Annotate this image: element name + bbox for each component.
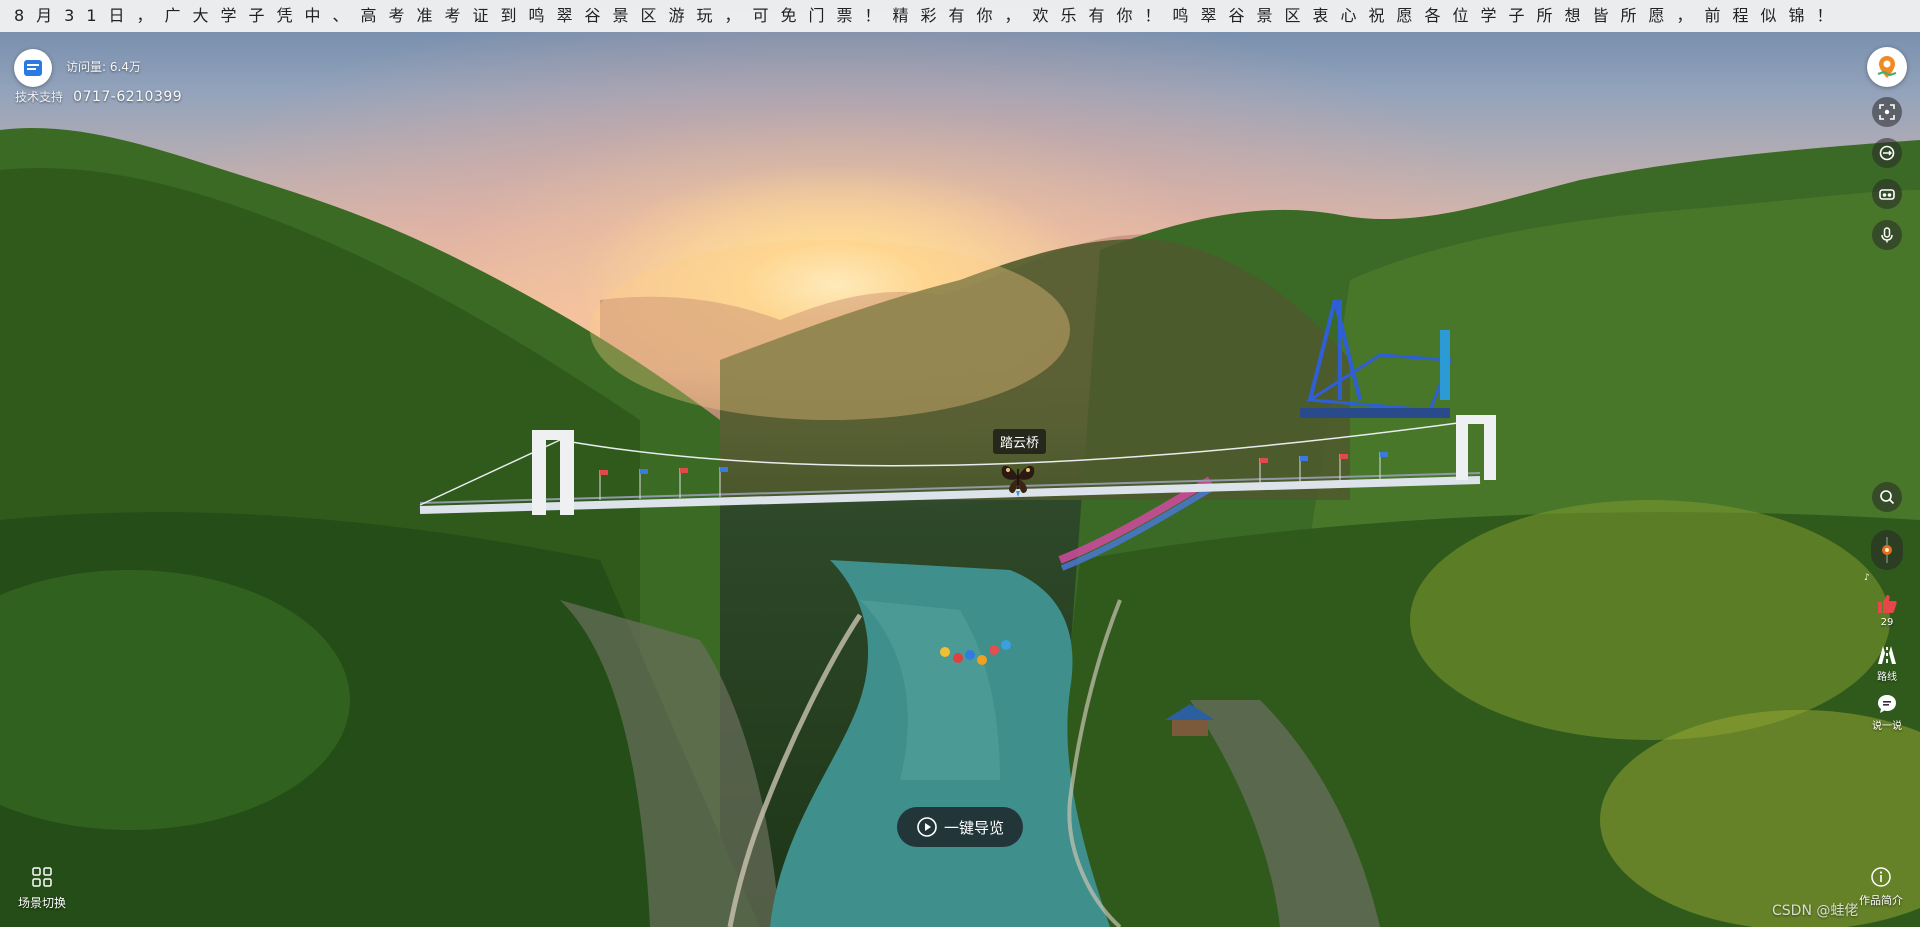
tech-support-label: 技术支持 — [15, 90, 64, 104]
comment-icon — [1878, 695, 1896, 713]
like-button[interactable]: 29 — [1862, 592, 1912, 628]
route-label: 路线 — [1877, 672, 1897, 683]
route-icon — [1878, 646, 1896, 664]
visit-count-label: 访问量: — [66, 60, 107, 74]
auto-guide-button[interactable]: 一键导览 — [897, 807, 1023, 847]
work-intro-button[interactable]: 作品简介 — [1856, 866, 1906, 908]
microphone-icon — [1881, 227, 1893, 243]
music-icon — [1882, 537, 1892, 563]
search-button[interactable] — [1872, 482, 1902, 512]
search-icon — [1880, 490, 1895, 505]
tech-support-phone[interactable]: 0717-6210399 — [73, 89, 182, 105]
visit-count: 访问量: 6.4万 — [66, 58, 141, 75]
scene-switch-label: 场景切换 — [17, 896, 66, 910]
tech-support: 技术支持 0717-6210399 — [15, 88, 182, 105]
watermark: CSDN @蛙佬 — [1772, 903, 1859, 919]
info-icon — [1871, 867, 1891, 887]
hotspot-label[interactable]: 踏云桥 — [993, 429, 1047, 454]
auto-guide-label: 一键导览 — [943, 818, 1004, 837]
marquee-text: 8月31日，广大学子凭中、高考准考证到鸣翠谷景区游玩，可免门票！精彩有你，欢乐有… — [14, 6, 1845, 25]
visit-count-value: 6.4万 — [109, 60, 141, 74]
vr-glasses-icon — [1879, 189, 1895, 200]
scene-switch-button[interactable]: 场景切换 — [14, 866, 70, 911]
play-circle-icon — [917, 817, 937, 837]
map-pin-icon — [1877, 56, 1897, 78]
comment-label: 说一说 — [1872, 721, 1902, 732]
announcement-marquee: 8月31日，广大学子凭中、高考准考证到鸣翠谷景区游玩，可免门票！精彩有你，欢乐有… — [0, 0, 1920, 32]
panorama-scene[interactable] — [0, 0, 1920, 927]
landscape-illustration — [0, 128, 1920, 927]
logo-icon — [24, 60, 42, 76]
logo-button[interactable] — [14, 49, 52, 87]
auto-rotate-button[interactable] — [1872, 138, 1902, 168]
rotate-icon — [1879, 145, 1895, 161]
map-button[interactable] — [1867, 47, 1907, 87]
music-note-indicator: ♪ — [1864, 573, 1870, 583]
focus-icon — [1879, 104, 1895, 120]
work-intro-label: 作品简介 — [1859, 894, 1903, 907]
thumb-up-icon — [1878, 595, 1897, 613]
voice-button[interactable] — [1872, 220, 1902, 250]
butterfly-icon[interactable] — [998, 455, 1038, 501]
panorama-viewer[interactable]: 8月31日，广大学子凭中、高考准考证到鸣翠谷景区游玩，可免门票！精彩有你，欢乐有… — [0, 0, 1920, 927]
vr-mode-button[interactable] — [1872, 179, 1902, 209]
comment-button[interactable]: 说一说 — [1862, 692, 1912, 732]
music-button[interactable] — [1871, 530, 1903, 570]
grid-icon — [32, 867, 52, 887]
like-count: 29 — [1880, 617, 1894, 628]
focus-button[interactable] — [1872, 97, 1902, 127]
route-button[interactable]: 路线 — [1862, 643, 1912, 683]
